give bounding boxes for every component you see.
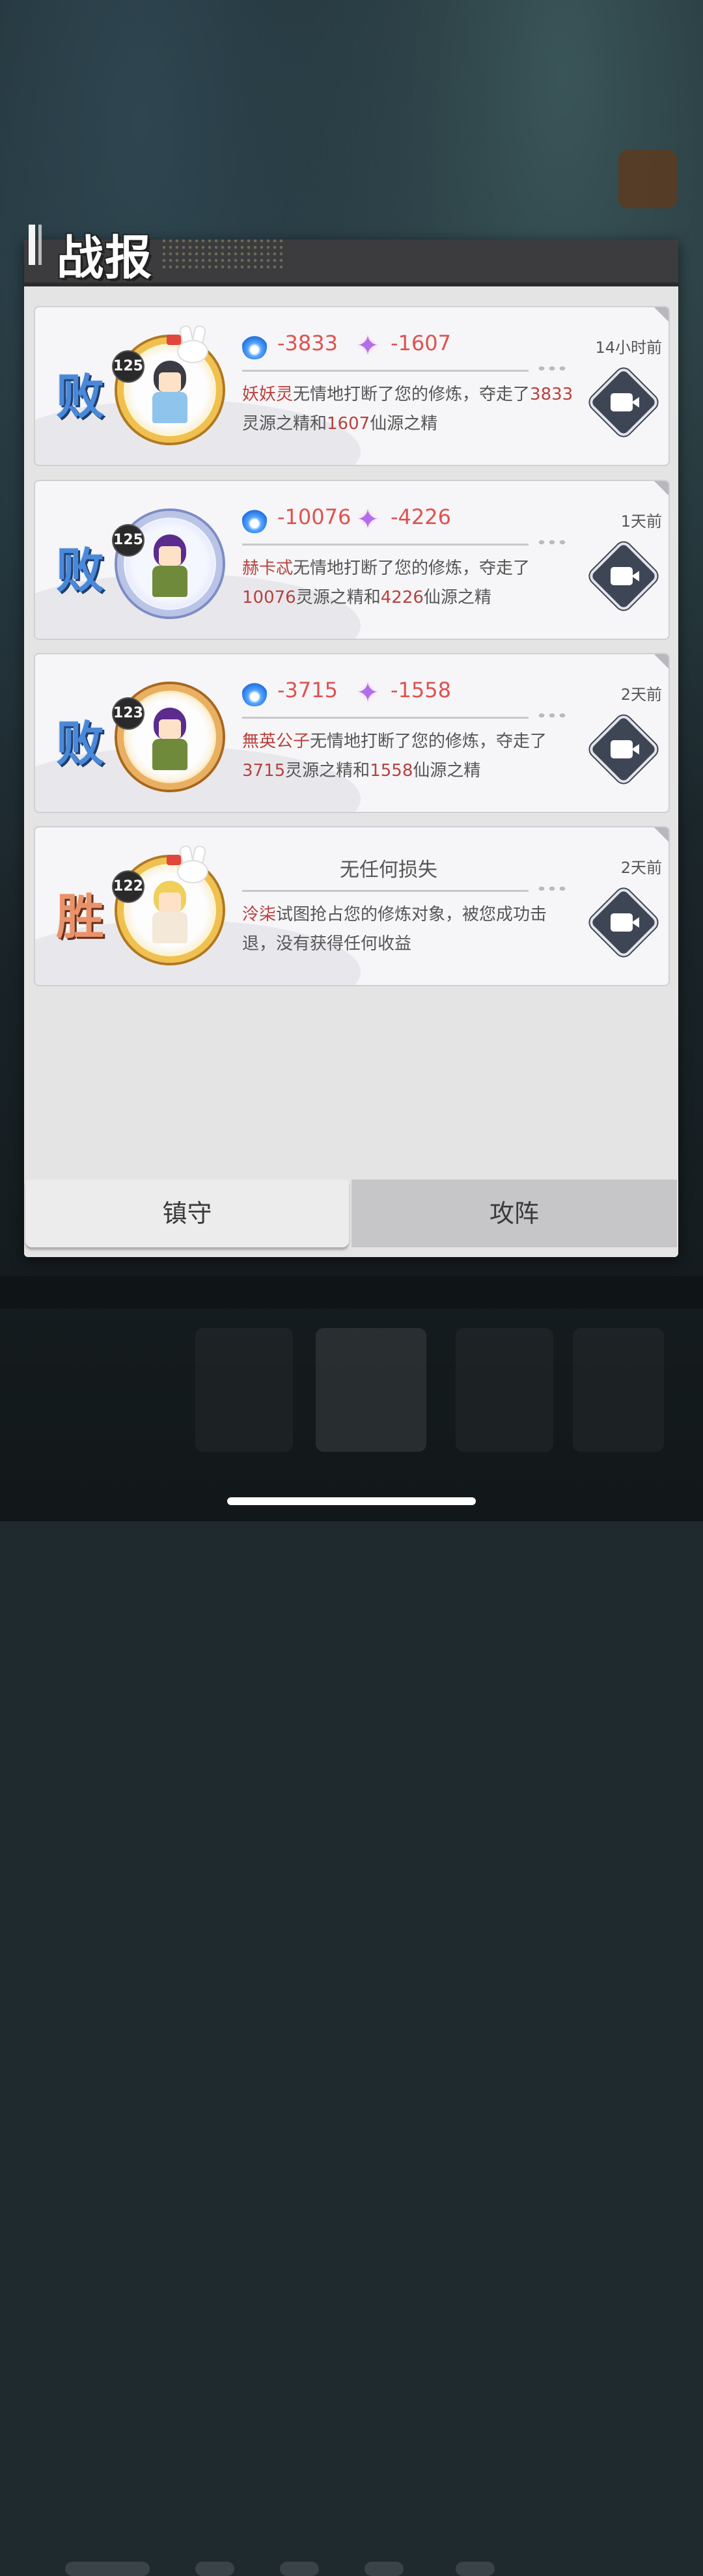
blue-flame-icon [242,679,267,706]
tab-defend[interactable]: 镇守 [25,1180,349,1247]
video-replay-button[interactable] [590,716,657,782]
report-description: 妖妖灵无情地打断了您的修炼，夺走了3833灵源之精和1607仙源之精 [242,385,573,434]
bunny-ornament-icon [167,844,211,883]
spirit-loss: -10076 [277,505,352,529]
attacker-name[interactable]: 泠柒 [242,905,276,924]
panel-title-area: 战报 [24,212,284,285]
attacker-avatar[interactable]: 125 [113,324,227,447]
tab-attack[interactable]: 攻阵 [352,1180,677,1247]
immortal-loss: -1607 [391,331,451,355]
level-badge: 125 [113,525,143,555]
video-replay-button[interactable] [590,543,657,609]
attacker-avatar[interactable]: 123 [113,680,227,794]
report-card[interactable]: 败 125 -3833 ✦ -1607 妖妖灵无情地打断了您的修炼，夺走了383… [34,306,670,466]
background-nav-item [316,1328,426,1452]
report-card[interactable]: 胜 122 无任何损失 泠柒试图抢占您的修炼对象，被您成功击退，没有获得任何收益… [34,826,670,986]
bunny-ornament-icon [167,324,211,363]
attacker-name[interactable]: 赫卡忒 [242,559,293,578]
background-orange-button [618,150,677,208]
video-camera-icon [611,567,639,585]
level-badge: 125 [113,352,143,381]
blue-flame-icon [242,506,267,533]
home-indicator[interactable] [227,1497,476,1505]
attacker-avatar[interactable]: 122 [113,844,227,967]
report-card[interactable]: 败 125 -10076 ✦ -4226 赫卡忒无情地打断了您的修炼，夺走了10… [34,480,670,640]
background-nav-item [456,1328,553,1452]
spirit-loss: -3715 [277,678,338,702]
report-time: 1天前 [620,512,662,531]
report-time: 2天前 [620,686,662,704]
immortal-loss: -4226 [391,505,451,529]
video-replay-button[interactable] [590,369,657,436]
purple-star-icon: ✦ [356,503,379,535]
result-badge: 败 [56,716,104,772]
spirit-loss: -3833 [277,331,338,355]
attacker-avatar[interactable]: 125 [113,507,227,620]
report-description: 赫卡忒无情地打断了您的修炼，夺走了10076灵源之精和4226仙源之精 [242,559,531,607]
result-badge: 败 [56,543,104,599]
video-camera-icon [611,393,639,411]
purple-star-icon: ✦ [356,676,379,708]
level-badge: 123 [113,699,143,728]
report-card[interactable]: 败 123 -3715 ✦ -1558 無英公子无情地打断了您的修炼，夺走了37… [34,653,670,813]
video-camera-icon [611,913,639,932]
panel-title: 战报 [57,230,154,285]
background-nav-item [573,1328,664,1452]
attacker-name[interactable]: 無英公子 [242,732,310,751]
immortal-loss: -1558 [391,678,451,702]
no-loss-summary: 无任何损失 [340,859,437,881]
result-badge: 败 [56,369,104,425]
result-badge: 胜 [56,889,104,945]
report-time: 2天前 [620,859,662,877]
video-replay-button[interactable] [590,889,657,956]
report-description: 泠柒试图抢占您的修炼对象，被您成功击退，没有获得任何收益 [242,905,547,954]
level-badge: 122 [113,872,143,902]
background-nav-item [195,1328,293,1452]
video-camera-icon [611,740,639,758]
report-description: 無英公子无情地打断了您的修炼，夺走了3715灵源之精和1558仙源之精 [242,732,547,781]
purple-star-icon: ✦ [356,329,379,361]
background-bottom-strip [0,1276,703,2576]
report-time: 14小时前 [595,339,662,357]
attacker-name[interactable]: 妖妖灵 [242,385,293,404]
blue-flame-icon [242,332,267,359]
